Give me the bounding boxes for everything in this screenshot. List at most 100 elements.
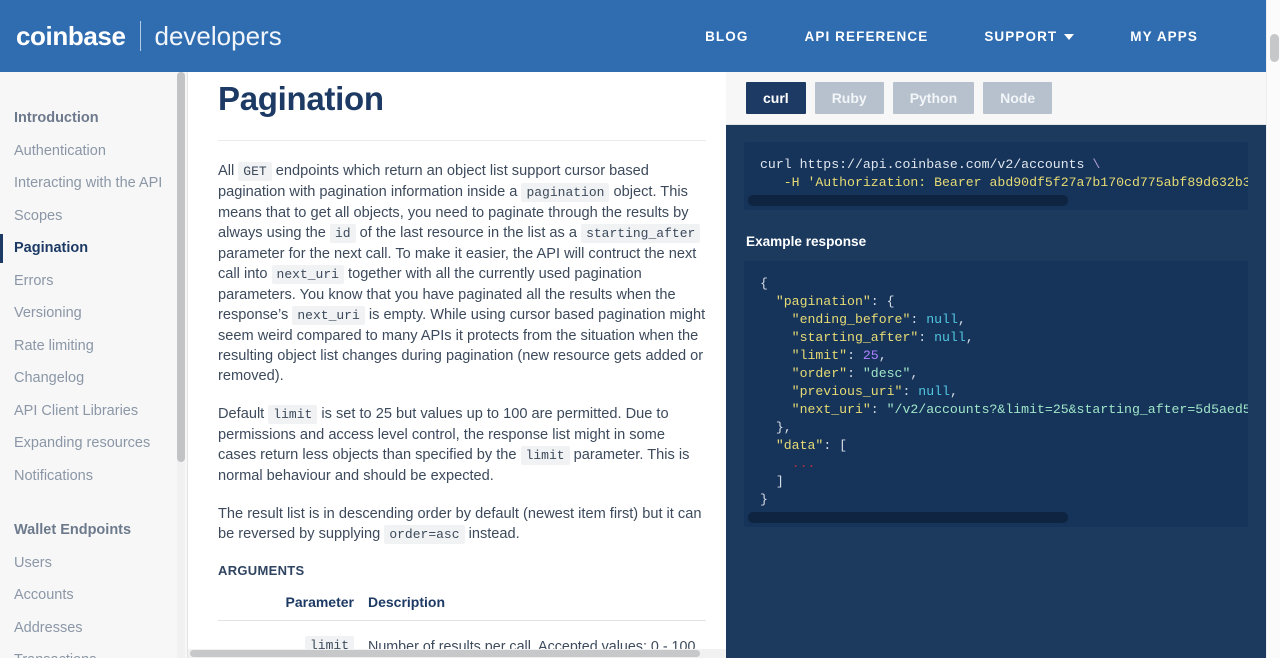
inline-code-get: GET [238,162,272,181]
text-run: All [218,163,239,179]
sidebar-section-gap [0,492,187,514]
tab-label-ruby: Ruby [831,90,867,106]
json-value-previous-uri: null [918,384,950,399]
nav-item-api-reference[interactable]: API REFERENCE [776,19,956,54]
example-response-label: Example response [746,234,867,249]
sidebar-item-notifications[interactable]: Notifications [0,460,187,493]
json-value-starting-after: null [934,330,966,345]
sidebar-label: Notifications [14,467,93,484]
column-header-parameter: Parameter [218,594,368,621]
sidebar-label: Interacting with the API [14,175,163,191]
sidebar-label: Introduction [14,110,99,126]
inline-code-pagination: pagination [521,183,610,202]
sidebar-item-errors[interactable]: Errors [0,265,187,298]
json-key-order: "order" [791,366,848,381]
sidebar-label: Expanding resources [14,435,151,451]
logo-developers-text: developers [154,21,282,51]
language-tab-bar: curl Ruby Python Node [726,72,1266,125]
sidebar-scrollbar-thumb[interactable] [177,72,185,462]
tab-curl[interactable]: curl [746,82,806,114]
sidebar-label: Users [14,554,52,571]
nav-item-my-apps[interactable]: MY APPS [1102,19,1226,54]
json-open-brace: { [760,276,768,291]
sidebar-label: Addresses [14,619,83,636]
json-key-limit: "limit" [791,348,848,363]
page-scrollbar-thumb[interactable] [1270,34,1279,62]
inline-code-next-uri-2: next_uri [292,306,365,325]
sidebar-label: API Client Libraries [14,402,139,419]
request-line-1: curl https://api.coinbase.com/v2/account… [760,157,1093,172]
documentation-scroll: Pagination All GET endpoints which retur… [188,72,726,658]
paragraph-default-limit: Default limit is set to 25 but values up… [218,404,706,486]
nav-label-my-apps: MY APPS [1130,28,1198,44]
sidebar-item-accounts[interactable]: Accounts [0,579,187,612]
documentation-horizontal-scrollbar-thumb[interactable] [190,650,700,657]
nav-label-api-reference: API REFERENCE [804,28,929,44]
request-horizontal-scrollbar-thumb[interactable] [748,195,1068,206]
json-value-ending-before: null [926,312,958,327]
json-key-data: "data" [775,438,824,453]
page-title: Pagination [218,80,384,117]
inline-code-starting-after: starting_after [581,224,701,243]
sidebar-label: Accounts [14,587,74,603]
request-horizontal-scrollbar-track[interactable] [744,192,1248,210]
json-key-pagination: "pagination" [775,294,871,309]
sidebar-item-interacting-with-the-api[interactable]: Interacting with the API [0,167,187,200]
page-root: coinbase developers BLOG API REFERENCE S… [0,0,1280,658]
sidebar-item-api-client-libraries[interactable]: API Client Libraries [0,395,187,428]
page-scrollbar-track[interactable] [1266,0,1280,658]
sidebar-item-scopes[interactable]: Scopes [0,200,187,233]
json-key-previous-uri: "previous_uri" [791,384,903,399]
title-divider [218,140,706,141]
arguments-heading: ARGUMENTS [218,563,305,578]
json-key-next-uri: "next_uri" [791,402,871,417]
text-run: instead. [464,526,520,542]
sidebar-item-transactions[interactable]: Transactions [0,644,187,658]
tab-node[interactable]: Node [983,82,1053,114]
request-code-block[interactable]: curl https://api.coinbase.com/v2/account… [744,142,1248,192]
tab-label-curl: curl [763,90,789,106]
inline-code-order-asc: order=asc [384,525,465,544]
sidebar-item-pagination[interactable]: Pagination [0,232,187,265]
column-header-description: Description [368,594,706,621]
json-close-brace: } [760,492,768,507]
nav-label-blog: BLOG [705,28,749,44]
sidebar-item-wallet-endpoints[interactable]: Wallet Endpoints [0,514,187,547]
paragraph-result-order: The result list is in descending order b… [218,504,706,545]
json-value-order: "desc" [862,366,911,381]
sidebar-item-rate-limiting[interactable]: Rate limiting [0,330,187,363]
response-horizontal-scrollbar-thumb[interactable] [748,512,1068,523]
sidebar-label: Transactions [14,652,96,658]
response-code-block[interactable]: { "pagination": { "ending_before": null,… [744,261,1248,509]
sidebar-item-addresses[interactable]: Addresses [0,612,187,645]
sidebar-item-versioning[interactable]: Versioning [0,297,187,330]
site-logo[interactable]: coinbase developers [16,21,282,51]
response-horizontal-scrollbar-track[interactable] [744,509,1248,527]
paragraph-cursor-pagination: All GET endpoints which return an object… [218,161,706,386]
sidebar-item-introduction[interactable]: Introduction [0,102,187,135]
tab-label-python: Python [909,90,958,106]
sidebar-item-changelog[interactable]: Changelog [0,362,187,395]
chevron-down-icon [1064,34,1075,40]
sidebar-label: Scopes [14,207,63,224]
tab-python[interactable]: Python [892,82,975,114]
sidebar-item-users[interactable]: Users [0,547,187,580]
sidebar-label: Authentication [14,142,106,159]
table-header-row: Parameter Description [218,594,706,621]
json-value-next-uri: "/v2/accounts?&limit=25&starting_after=5… [886,402,1248,417]
sidebar-item-expanding-resources[interactable]: Expanding resources [0,427,187,460]
nav-item-support[interactable]: SUPPORT [956,19,1102,54]
logo-divider [139,21,141,51]
sidebar-item-authentication[interactable]: Authentication [0,135,187,168]
tab-ruby[interactable]: Ruby [814,82,884,114]
json-value-limit: 25 [862,348,879,363]
sidebar-label: Wallet Endpoints [14,522,132,538]
line-continuation: \ [1092,157,1101,172]
code-body: curl https://api.coinbase.com/v2/account… [726,125,1266,658]
nav-item-blog[interactable]: BLOG [677,19,776,54]
json-key-ending-before: "ending_before" [791,312,911,327]
inline-code-limit: limit [268,405,318,424]
content-area: Introduction Authentication Interacting … [0,72,1266,658]
request-line-2: -H 'Authorization: Bearer abd90df5f27a7b… [760,175,1248,190]
documentation-horizontal-scrollbar-track[interactable] [188,649,726,658]
